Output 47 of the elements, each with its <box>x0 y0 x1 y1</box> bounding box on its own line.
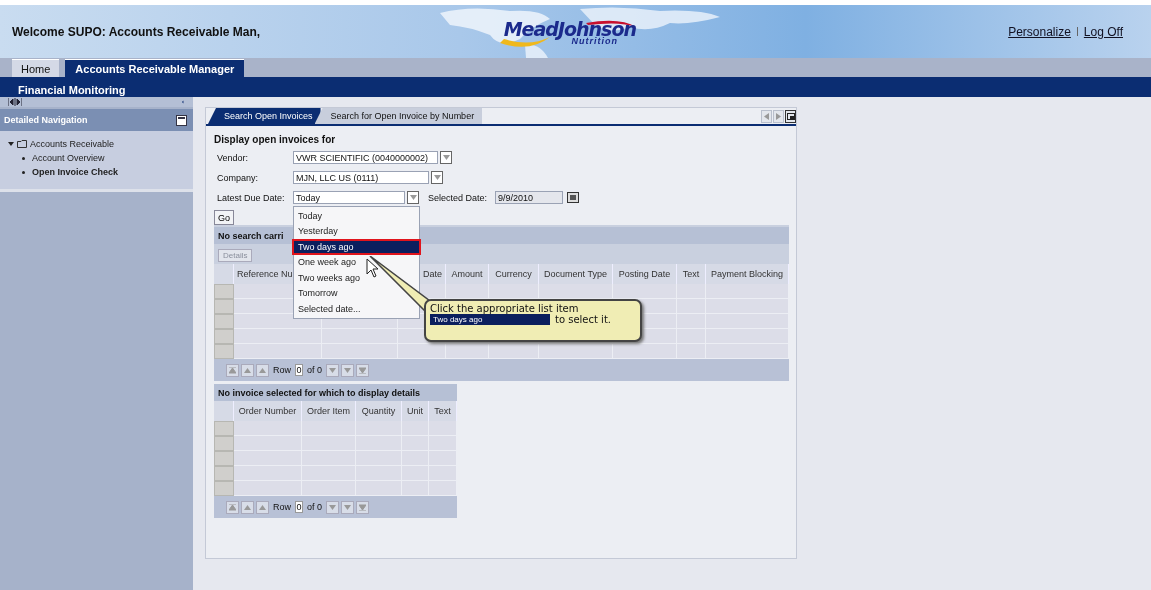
column-header: Document Type <box>539 264 613 284</box>
tree-item[interactable]: Account Overview <box>4 153 189 163</box>
tree-item[interactable]: Accounts Receivable <box>4 139 189 149</box>
row-label: Row <box>273 502 291 512</box>
sidebar-title: Detailed Navigation <box>4 115 88 125</box>
company-logo: MeadJohnson Nutrition <box>496 17 636 46</box>
form-title: Display open invoices for <box>214 134 337 145</box>
section-title: No invoice selected for which to display details <box>214 384 457 401</box>
column-header: Payment Blocking <box>706 264 789 284</box>
tree-item[interactable]: Open Invoice Check <box>4 167 189 177</box>
panel-tab[interactable]: Search for Open Invoice by Number <box>314 108 483 124</box>
column-header: Quantity <box>356 401 402 421</box>
field-label: Latest Due Date: <box>216 192 286 203</box>
header-link[interactable]: Personalize <box>1008 24 1071 39</box>
column-header: Posting Date <box>613 264 677 284</box>
tooltip-text: to select it. <box>555 314 611 325</box>
column-header: Text <box>677 264 706 284</box>
dropdown-field[interactable]: MJN, LLC US (0111) <box>293 171 429 184</box>
row-label: Row <box>273 365 291 375</box>
column-header: Order Number <box>234 401 302 421</box>
go-button[interactable]: Go <box>214 210 234 225</box>
welcome-text: Welcome SUPO: Accounts Receivable Man, <box>12 24 262 39</box>
column-header: Currency <box>489 264 539 284</box>
field-label: Company: <box>216 172 260 183</box>
tooltip-text: Click the appropriate list item <box>430 303 580 314</box>
row-total: of 0 <box>307 502 323 512</box>
column-header: Order Item <box>302 401 356 421</box>
field-label: Vendor: <box>216 152 250 163</box>
sub-navigation-item[interactable]: Financial Monitoring <box>18 84 126 96</box>
column-header: Text <box>429 401 457 421</box>
nav-tab[interactable]: Home <box>12 59 60 77</box>
dropdown-field[interactable]: VWR SCIENTIFIC (0040000002) <box>293 151 438 164</box>
dropdown-field[interactable]: Today <box>293 191 405 204</box>
panel-tab[interactable]: Search Open Invoices <box>208 108 321 124</box>
highlighted-item: Two days ago <box>430 314 550 325</box>
row-input[interactable]: 0 <box>295 501 303 513</box>
row-total: of 0 <box>307 365 323 375</box>
field-label: Selected Date: <box>427 192 488 203</box>
header-link[interactable]: Log Off <box>1083 24 1123 39</box>
column-header: Amount <box>446 264 489 284</box>
row-input[interactable]: 0 <box>295 364 303 376</box>
column-header: Unit <box>402 401 429 421</box>
list-option[interactable]: Selected date... <box>294 301 419 317</box>
list-option[interactable]: Today <box>294 208 419 224</box>
nav-tab[interactable]: Accounts Receivable Manager <box>65 59 245 77</box>
date-field[interactable]: 9/9/2010 <box>495 191 564 204</box>
list-option[interactable]: Two days ago <box>292 239 421 255</box>
